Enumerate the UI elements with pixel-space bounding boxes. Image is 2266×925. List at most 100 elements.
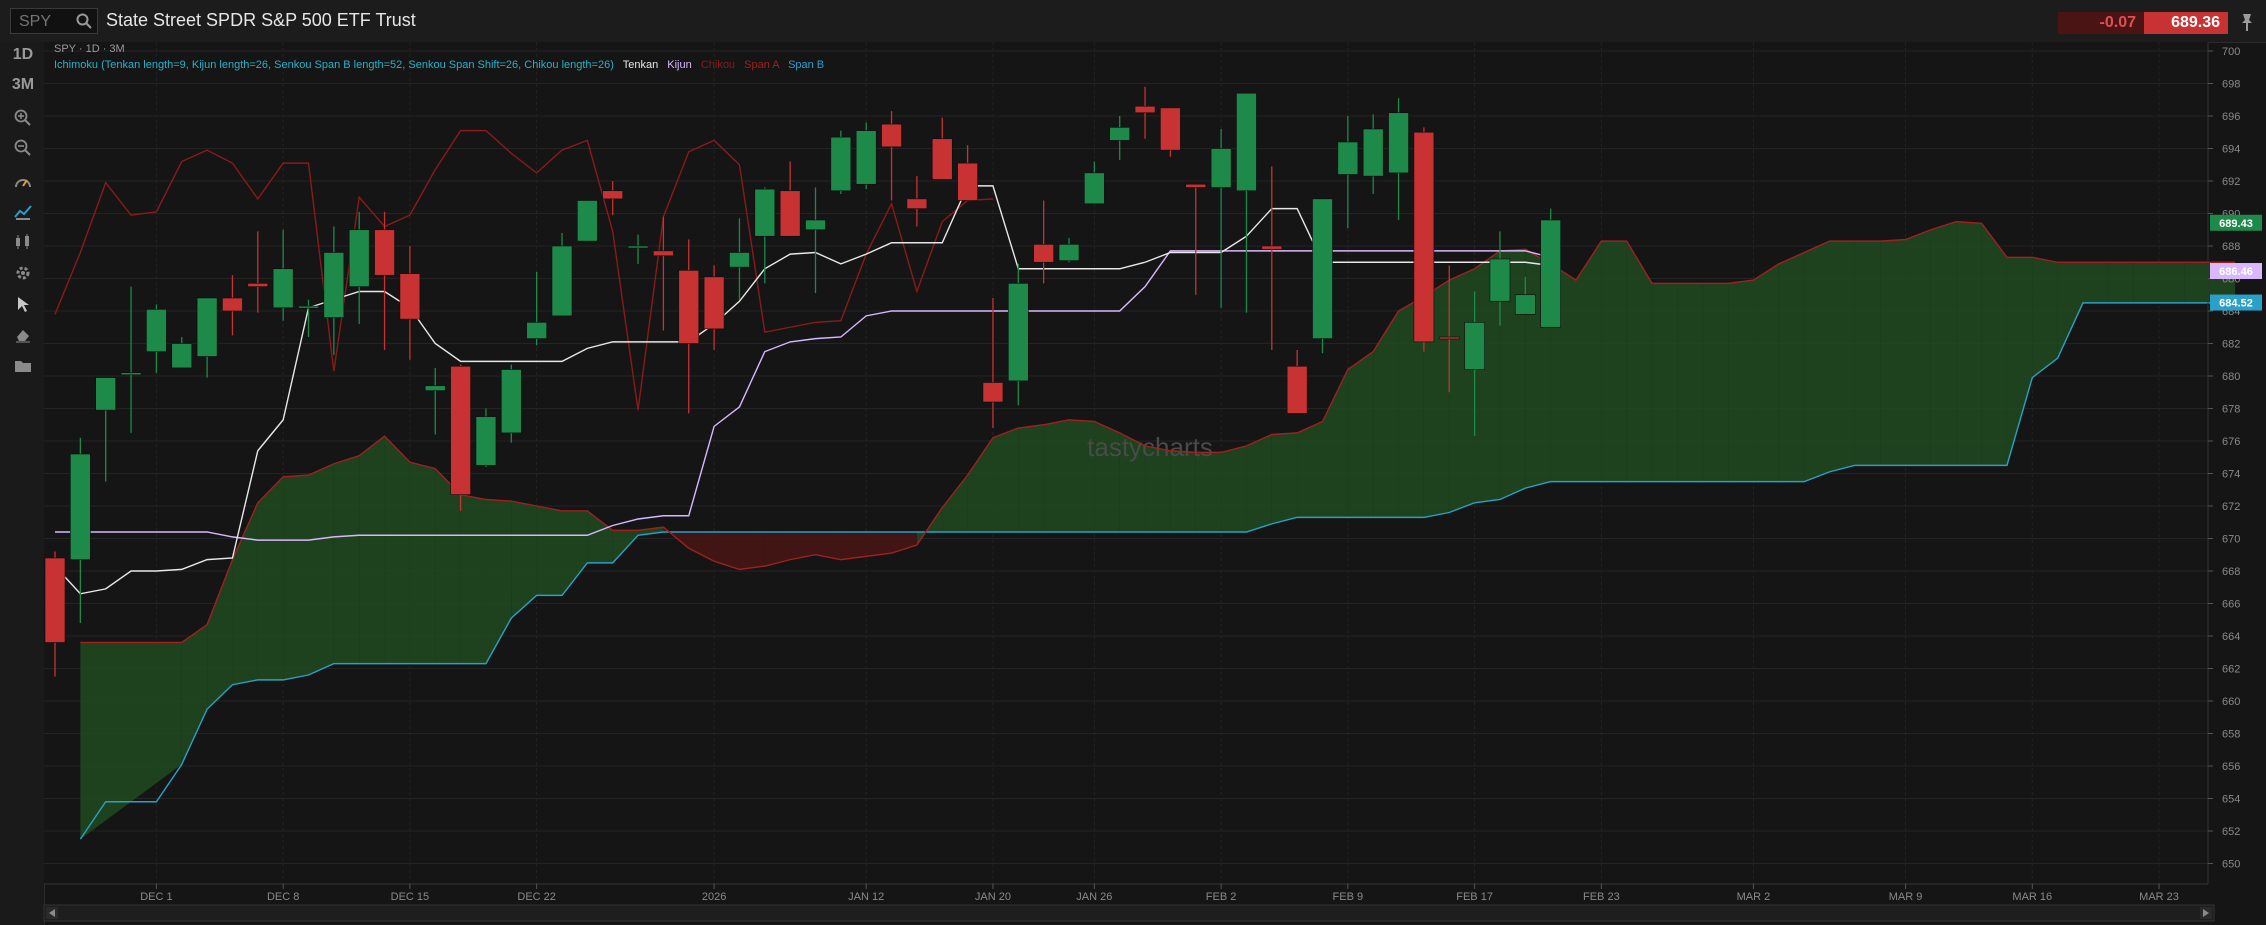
cloud-segment: [359, 436, 385, 664]
cloud-segment: [2108, 262, 2134, 303]
time-tick-label: FEB 17: [1456, 891, 1493, 903]
candle-body: [374, 229, 395, 276]
price-tick-label: 698: [2222, 79, 2240, 91]
study-label: Ichimoku (Tenkan length=9, Kijun length=…: [54, 59, 614, 71]
candle-body: [1109, 127, 1130, 141]
cloud-segment: [308, 463, 334, 675]
cloud-segment: [333, 455, 360, 664]
chart-canvas[interactable]: tastycharts 6506526546566586606626646666…: [0, 0, 2266, 925]
cloud-segment: [1170, 450, 1196, 532]
candle-body: [1413, 131, 1435, 343]
candle-body: [1286, 365, 1308, 414]
cloud-segment: [384, 436, 410, 664]
price-tick-label: 662: [2222, 664, 2240, 676]
cloud-segment: [409, 462, 436, 664]
price-tick-label: 660: [2222, 696, 2240, 708]
candle-body: [577, 200, 598, 242]
cloud-segment: [1829, 241, 1855, 472]
cloud-segment: [2184, 262, 2210, 303]
time-axis: DEC 1 DEC 8 DEC 15 DEC 22 2026 JAN 12 JAN 20 JA…: [44, 883, 2208, 903]
candle-body: [1540, 219, 1561, 328]
candle-body: [298, 305, 319, 309]
candle-body: [1388, 112, 1409, 174]
candle-body: [222, 297, 243, 312]
candle-body: [1084, 172, 1105, 205]
candle-body: [1362, 128, 1384, 177]
price-tick-label: 672: [2222, 501, 2240, 513]
scrollbar[interactable]: [43, 904, 2215, 922]
time-tick-label: 2026: [702, 891, 726, 903]
price-tick-label: 658: [2222, 729, 2240, 741]
cloud-segment: [460, 494, 486, 664]
candle-body: [1438, 336, 1460, 340]
time-tick-label: JAN 12: [848, 891, 884, 903]
candle-body: [1464, 322, 1485, 370]
legend-kijun: Kijun: [667, 59, 691, 71]
cloud-segment: [992, 428, 1019, 532]
price-tick-label: 692: [2222, 176, 2240, 188]
cloud-segment: [1930, 221, 1957, 466]
price-tick-label: 676: [2222, 436, 2240, 448]
cloud-segment: [1677, 283, 1703, 482]
candle-body: [982, 382, 1004, 403]
time-tick-label: DEC 8: [267, 891, 299, 903]
candle-body: [1515, 294, 1536, 315]
candle-body: [729, 252, 750, 268]
candle-body: [805, 219, 826, 231]
cloud-segment: [1043, 419, 1069, 532]
cloud-segment: [739, 532, 765, 570]
cloud-segment: [1778, 252, 1805, 482]
price-label-text: 686.46: [2219, 266, 2253, 278]
candle-body: [475, 416, 497, 466]
candle-body: [1033, 244, 1054, 263]
cloud-segment: [1297, 421, 1323, 518]
candle-body: [551, 245, 573, 317]
candle-body: [1261, 245, 1283, 250]
candle-body: [120, 372, 142, 376]
candle-body: [1489, 258, 1511, 302]
cloud-segment: [1728, 280, 1754, 482]
legend-tenkan: Tenkan: [623, 59, 658, 71]
cloud-segment: [536, 506, 562, 596]
time-tick-label: DEC 22: [517, 891, 556, 903]
cloud-segment: [435, 468, 461, 664]
candle-body: [348, 229, 370, 287]
time-tick-label: JAN 26: [1076, 891, 1112, 903]
cloud-segment: [2133, 262, 2160, 303]
time-tick-label: DEC 1: [140, 891, 172, 903]
cloud-segment: [283, 475, 309, 680]
price-tick-label: 650: [2222, 859, 2240, 871]
candle-body: [931, 138, 953, 180]
time-tick-label: JAN 20: [975, 891, 1011, 903]
cloud-segment: [1221, 445, 1247, 532]
price-tick-label: 678: [2222, 404, 2240, 416]
cloud-segment: [1601, 241, 1627, 482]
study-legend: Ichimoku (Tenkan length=9, Kijun length=…: [54, 59, 824, 71]
price-label-text: 689.43: [2219, 218, 2253, 230]
candle-body: [957, 162, 978, 201]
price-tick-label: 694: [2222, 144, 2240, 156]
candle-body: [678, 270, 700, 344]
candle-body: [1312, 198, 1333, 339]
time-tick-label: FEB 9: [1333, 891, 1364, 903]
candle-body: [171, 343, 193, 369]
price-axis: 650 652 654 656 658 660 662 664 666 668 670 672 674 6…: [2207, 42, 2240, 884]
cloud-segment: [2159, 262, 2185, 303]
candle-body: [1007, 283, 1029, 382]
candle-body: [1236, 92, 1257, 192]
candle-body: [196, 297, 218, 357]
candle-body: [95, 377, 116, 411]
cloud-segment: [2083, 262, 2109, 303]
cloud-segment: [1753, 263, 1779, 482]
candle-body: [424, 385, 446, 391]
cloud-segment: [257, 476, 284, 680]
candle-body: [399, 273, 421, 320]
price-tick-label: 696: [2222, 111, 2240, 123]
candle-body: [500, 369, 522, 434]
candle-body: [779, 190, 801, 237]
cloud-segment: [1956, 221, 1982, 466]
price-tick-label: 680: [2222, 371, 2240, 383]
cloud-segment: [1018, 424, 1044, 532]
candle-body: [70, 453, 91, 560]
price-tick-label: 688: [2222, 241, 2240, 253]
